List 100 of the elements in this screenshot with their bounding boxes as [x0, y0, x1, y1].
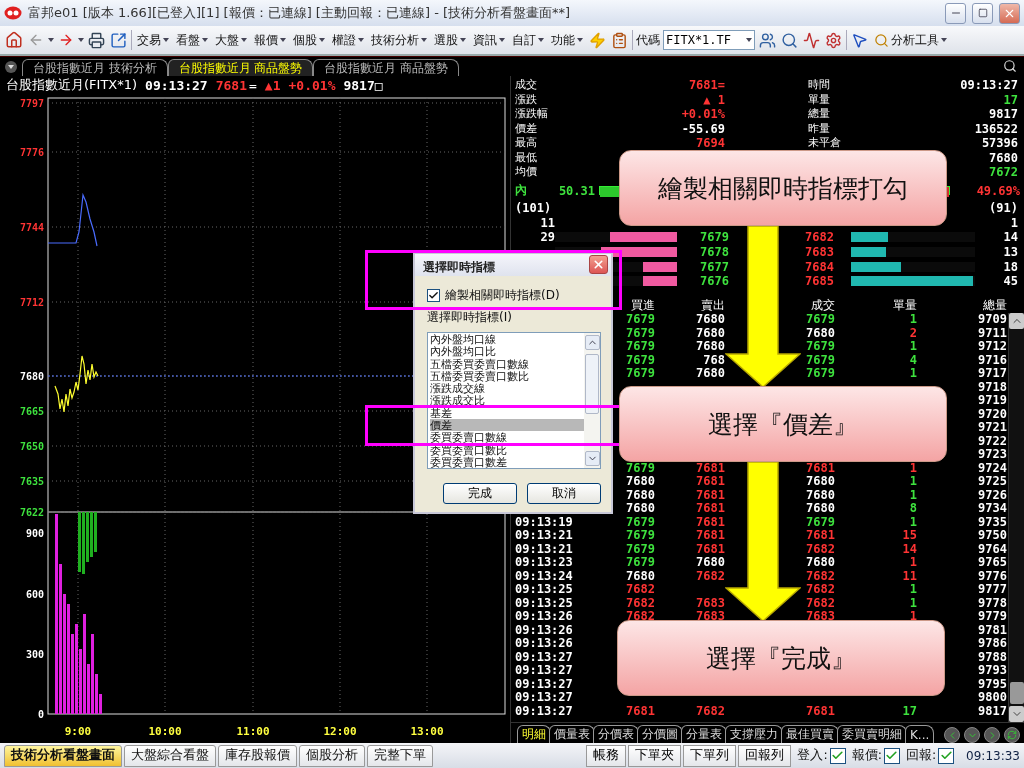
- previous-button[interactable]: [944, 727, 960, 743]
- pointer-icon[interactable]: [851, 31, 868, 49]
- menu-item[interactable]: 權證: [330, 31, 366, 49]
- total-volume: 9817□: [343, 77, 383, 93]
- clipboard-icon[interactable]: [611, 31, 628, 49]
- popout-icon[interactable]: [110, 31, 127, 49]
- refresh-button[interactable]: [1004, 727, 1020, 743]
- close-button[interactable]: [999, 2, 1020, 24]
- menu-item[interactable]: 交易: [135, 31, 171, 49]
- activity-icon[interactable]: [803, 31, 820, 49]
- list-item[interactable]: 內外盤均口線: [430, 333, 584, 346]
- status-label: 報價:: [851, 747, 882, 764]
- settings-icon[interactable]: [825, 31, 842, 49]
- tab[interactable]: 分價表: [593, 725, 639, 743]
- minimize-button[interactable]: [945, 2, 966, 24]
- menu-item[interactable]: 選股: [432, 31, 468, 49]
- table-cell: 7681: [696, 502, 725, 516]
- taskbar-tab[interactable]: 庫存股報價: [218, 744, 297, 767]
- analysis-tools-menu[interactable]: 分析工具: [872, 31, 949, 49]
- scrollbar-thumb[interactable]: [585, 354, 599, 414]
- menu-item[interactable]: 報價: [252, 31, 288, 49]
- scrollbar[interactable]: [1008, 313, 1024, 722]
- dialog-button[interactable]: 取消: [527, 483, 601, 504]
- scrollbar[interactable]: [584, 333, 600, 468]
- table-cell: 09:13:19: [515, 515, 573, 530]
- bid-price: 7679: [700, 230, 729, 245]
- search-icon[interactable]: [781, 31, 798, 49]
- list-item[interactable]: 委買委賣口數線: [430, 431, 584, 444]
- scrollbar-thumb[interactable]: [1009, 682, 1024, 704]
- list-item[interactable]: 價差: [430, 419, 584, 432]
- toolbar-button[interactable]: 帳務: [586, 744, 627, 767]
- checkbox[interactable]: [427, 288, 440, 302]
- menu-item[interactable]: 自訂: [510, 31, 546, 49]
- code-field[interactable]: FITX*1.TF: [663, 30, 755, 50]
- table-cell: 7680: [806, 326, 835, 341]
- table-cell: 9778: [978, 596, 1007, 611]
- tab[interactable]: K...: [905, 725, 935, 743]
- menu-item[interactable]: 大盤: [213, 31, 249, 49]
- people-icon[interactable]: [759, 31, 776, 49]
- table-cell: 9716: [978, 353, 1007, 368]
- dropdown-icon[interactable]: [4, 60, 18, 74]
- table-cell: 7682: [696, 704, 725, 719]
- list-item[interactable]: 漲跌成交線: [430, 382, 584, 395]
- close-button[interactable]: [589, 255, 608, 274]
- status-checkbox[interactable]: [829, 747, 846, 764]
- caret-icon: [358, 38, 364, 42]
- tab[interactable]: 台股指數近月 商品盤勢: [313, 59, 459, 76]
- dialog-button[interactable]: 完成: [443, 483, 517, 504]
- next-button[interactable]: [984, 727, 1000, 743]
- tab[interactable]: 價量表: [549, 725, 595, 743]
- home-icon[interactable]: [5, 31, 23, 49]
- down-button[interactable]: [964, 727, 980, 743]
- table-cell: 7679: [626, 340, 655, 354]
- menu-item[interactable]: 技術分析: [369, 31, 429, 49]
- taskbar-tab[interactable]: 完整下單: [367, 744, 433, 767]
- forward-icon[interactable]: [58, 32, 74, 48]
- table-cell: 1: [909, 313, 917, 327]
- menu-item[interactable]: 功能: [549, 31, 585, 49]
- table-cell: 1: [909, 488, 917, 503]
- axis-label: 900: [25, 528, 44, 539]
- menu-item[interactable]: 個股: [291, 31, 327, 49]
- scroll-up-button[interactable]: [1009, 313, 1024, 330]
- taskbar-tab[interactable]: 個股分析: [299, 744, 365, 767]
- status-checkbox[interactable]: [938, 747, 955, 764]
- table-cell: 7680: [696, 313, 725, 327]
- toolbar-button[interactable]: 回報列: [738, 744, 792, 767]
- taskbar-tab[interactable]: 技術分析看盤畫面: [4, 744, 122, 767]
- menu-item[interactable]: 資訊: [471, 31, 507, 49]
- list-item[interactable]: 內外盤均口比: [430, 345, 584, 358]
- toolbar-button[interactable]: 下單夾: [628, 744, 682, 767]
- list-item[interactable]: 五檔委買委賣口數線: [430, 357, 584, 370]
- refresh-icon: [1007, 730, 1017, 740]
- tab[interactable]: 最佳買賣: [781, 725, 839, 743]
- toolbar-button[interactable]: 下單列: [683, 744, 737, 767]
- tab[interactable]: 明細: [517, 725, 551, 743]
- clock: 09:13:33: [966, 748, 1020, 763]
- tab[interactable]: 分價圖: [637, 725, 683, 743]
- list-item[interactable]: 委買委賣口數差: [430, 455, 584, 469]
- printer-icon[interactable]: [88, 31, 105, 49]
- tab[interactable]: 分量表: [681, 725, 727, 743]
- tab[interactable]: 支撐壓力: [725, 725, 783, 743]
- caret-icon: [48, 38, 54, 42]
- taskbar-tab[interactable]: 大盤綜合看盤: [124, 744, 216, 767]
- tab[interactable]: 委買賣明細: [837, 725, 907, 743]
- tab[interactable]: 台股指數近月 技術分析: [22, 59, 168, 76]
- bid-price: 7676: [700, 274, 729, 289]
- status-checkbox[interactable]: [883, 747, 900, 764]
- callout: 繪製相關即時指標打勾: [619, 150, 947, 226]
- zoom-icon[interactable]: [1003, 59, 1017, 73]
- table-cell: 1: [909, 367, 917, 381]
- tab[interactable]: 台股指數近月 商品盤勢: [167, 59, 314, 76]
- list-item[interactable]: 基差: [430, 406, 584, 420]
- table-cell: 09:13:27: [515, 650, 573, 665]
- maximize-button[interactable]: [972, 2, 993, 24]
- list-item[interactable]: 五檔委買委賣口數比: [430, 369, 584, 383]
- menu-item[interactable]: 看盤: [174, 31, 210, 49]
- table-cell: 09:13:26: [515, 623, 573, 638]
- table-cell: 7679: [806, 367, 835, 381]
- checkbox-label: 繪製相關即時指標(D): [445, 288, 560, 302]
- table-cell: 09:13:26: [515, 637, 573, 651]
